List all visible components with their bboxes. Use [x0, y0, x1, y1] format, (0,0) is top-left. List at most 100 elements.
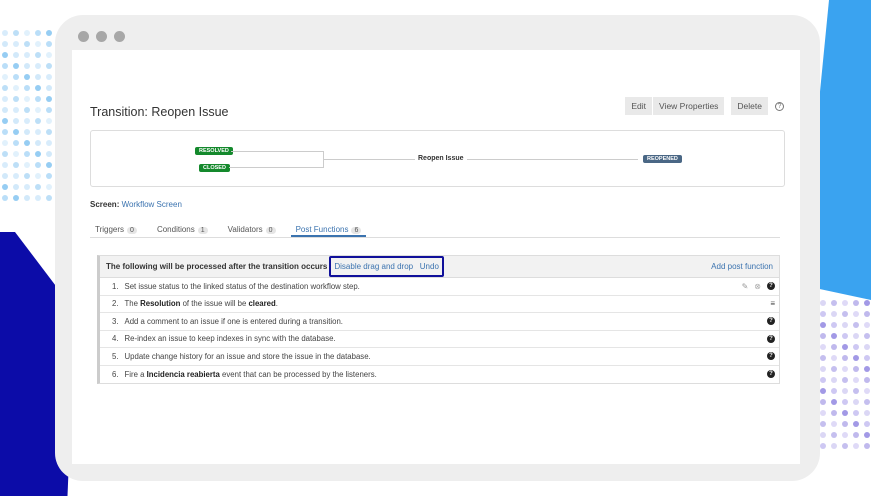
toolbar: Edit View Properties Delete ? — [625, 97, 784, 115]
decor-dot — [24, 85, 30, 91]
screen-link[interactable]: Workflow Screen — [122, 200, 182, 209]
decor-dot — [24, 118, 30, 124]
table-row[interactable]: 2. The Resolution of the issue will be cl… — [100, 296, 779, 313]
decor-dot — [13, 184, 19, 190]
decor-dot — [831, 399, 837, 405]
delete-icon[interactable]: ⊗ — [754, 282, 761, 291]
decor-dot — [864, 300, 870, 306]
decor-dot — [820, 344, 826, 350]
edit-icon[interactable]: ✎ — [742, 282, 749, 291]
help-icon[interactable]: ? — [767, 282, 775, 291]
decor-dot — [46, 96, 52, 102]
row-text: Re-index an issue to keep indexes in syn… — [124, 334, 336, 344]
decor-dot — [2, 151, 8, 157]
decor-dot — [864, 333, 870, 339]
tab-post-functions[interactable]: Post Functions 6 — [290, 222, 367, 237]
decor-dot — [820, 432, 826, 438]
decor-dot — [13, 173, 19, 179]
decor-dot — [864, 388, 870, 394]
table-row[interactable]: 3. Add a comment to an issue if one is en… — [100, 313, 779, 331]
decor-dot — [853, 333, 859, 339]
decor-dot — [2, 140, 8, 146]
disable-drag-drop-link[interactable]: Disable drag and drop — [334, 262, 413, 271]
help-icon[interactable]: ? — [767, 334, 775, 343]
highlight-box: Disable drag and drop Undo — [329, 256, 444, 277]
decor-dot — [853, 355, 859, 361]
decor-dot — [24, 162, 30, 168]
undo-link[interactable]: Undo — [420, 262, 439, 271]
table-row[interactable]: 4. Re-index an issue to keep indexes in s… — [100, 331, 779, 348]
decor-dot — [35, 129, 41, 135]
decor-dot — [13, 118, 19, 124]
row-text: . — [275, 299, 278, 309]
decor-dot — [24, 173, 30, 179]
tab-validators[interactable]: Validators 0 — [223, 222, 281, 237]
decor-dot — [35, 195, 41, 201]
decor-dot — [831, 322, 837, 328]
help-icon[interactable]: ? — [767, 370, 775, 379]
decor-dot — [2, 63, 8, 69]
decor-dot — [831, 355, 837, 361]
row-text: cleared — [248, 299, 276, 309]
decor-dot — [2, 162, 8, 168]
decor-dot — [853, 432, 859, 438]
header-text: The following will be processed after th… — [106, 262, 328, 271]
decor-dot — [853, 344, 859, 350]
delete-button[interactable]: Delete — [731, 97, 769, 115]
help-icon[interactable]: ? — [767, 317, 775, 326]
decor-dot — [853, 322, 859, 328]
decor-dot — [35, 140, 41, 146]
decor-dot — [46, 30, 52, 36]
decor-dot — [35, 85, 41, 91]
decor-dot — [853, 410, 859, 416]
row-text: of the issue will be — [180, 299, 249, 309]
tab-label: Post Functions — [295, 225, 349, 234]
decor-dot — [35, 107, 41, 113]
row-text: Set issue status to the linked status of… — [124, 281, 360, 291]
decor-dot — [831, 344, 837, 350]
decor-dot — [853, 443, 859, 449]
decor-dot — [24, 195, 30, 201]
decor-dot — [2, 195, 8, 201]
decor-dot — [864, 344, 870, 350]
decor-dot — [842, 443, 848, 449]
decor-dot — [35, 52, 41, 58]
drag-handle-icon[interactable]: ≡ — [770, 299, 775, 308]
decor-dot — [831, 311, 837, 317]
decor-dot — [46, 173, 52, 179]
row-text: The — [124, 299, 141, 309]
decor-dot — [2, 118, 8, 124]
decor-dot — [35, 30, 41, 36]
decor-dot — [46, 74, 52, 80]
edit-button[interactable]: Edit — [625, 97, 654, 115]
table-row[interactable]: 1. Set issue status to the linked status … — [100, 278, 779, 296]
decor-dot — [24, 140, 30, 146]
decor-dot — [13, 140, 19, 146]
decor-dot — [864, 366, 870, 372]
help-icon[interactable]: ? — [775, 101, 784, 111]
decor-dot — [13, 41, 19, 47]
help-icon[interactable]: ? — [767, 352, 775, 361]
decor-dot — [46, 162, 52, 168]
tab-conditions[interactable]: Conditions 1 — [152, 222, 213, 237]
decor-dots-right — [820, 300, 870, 449]
tab-count-badge: 6 — [351, 227, 362, 234]
view-properties-button[interactable]: View Properties — [653, 97, 726, 115]
decor-dot — [831, 421, 837, 427]
add-post-function-link[interactable]: Add post function — [711, 262, 773, 271]
row-text: Incidencia reabierta — [146, 369, 220, 379]
decor-dot — [831, 333, 837, 339]
decor-dot — [831, 300, 837, 306]
tabs: Triggers 0 Conditions 1 Validators 0 Post Func… — [90, 222, 780, 238]
tab-triggers[interactable]: Triggers 0 — [90, 222, 142, 237]
decor-dot — [853, 311, 859, 317]
row-text: Update change history for an issue and s… — [124, 351, 371, 361]
row-number: 6. — [112, 369, 119, 379]
decor-dot — [24, 129, 30, 135]
table-row[interactable]: 5. Update change history for an issue and… — [100, 348, 779, 366]
decor-dot — [853, 366, 859, 372]
window-dot — [114, 31, 125, 42]
decor-dot — [46, 41, 52, 47]
table-row[interactable]: 6. Fire a Incidencia reabierta event that… — [100, 366, 779, 384]
decor-dot — [35, 162, 41, 168]
